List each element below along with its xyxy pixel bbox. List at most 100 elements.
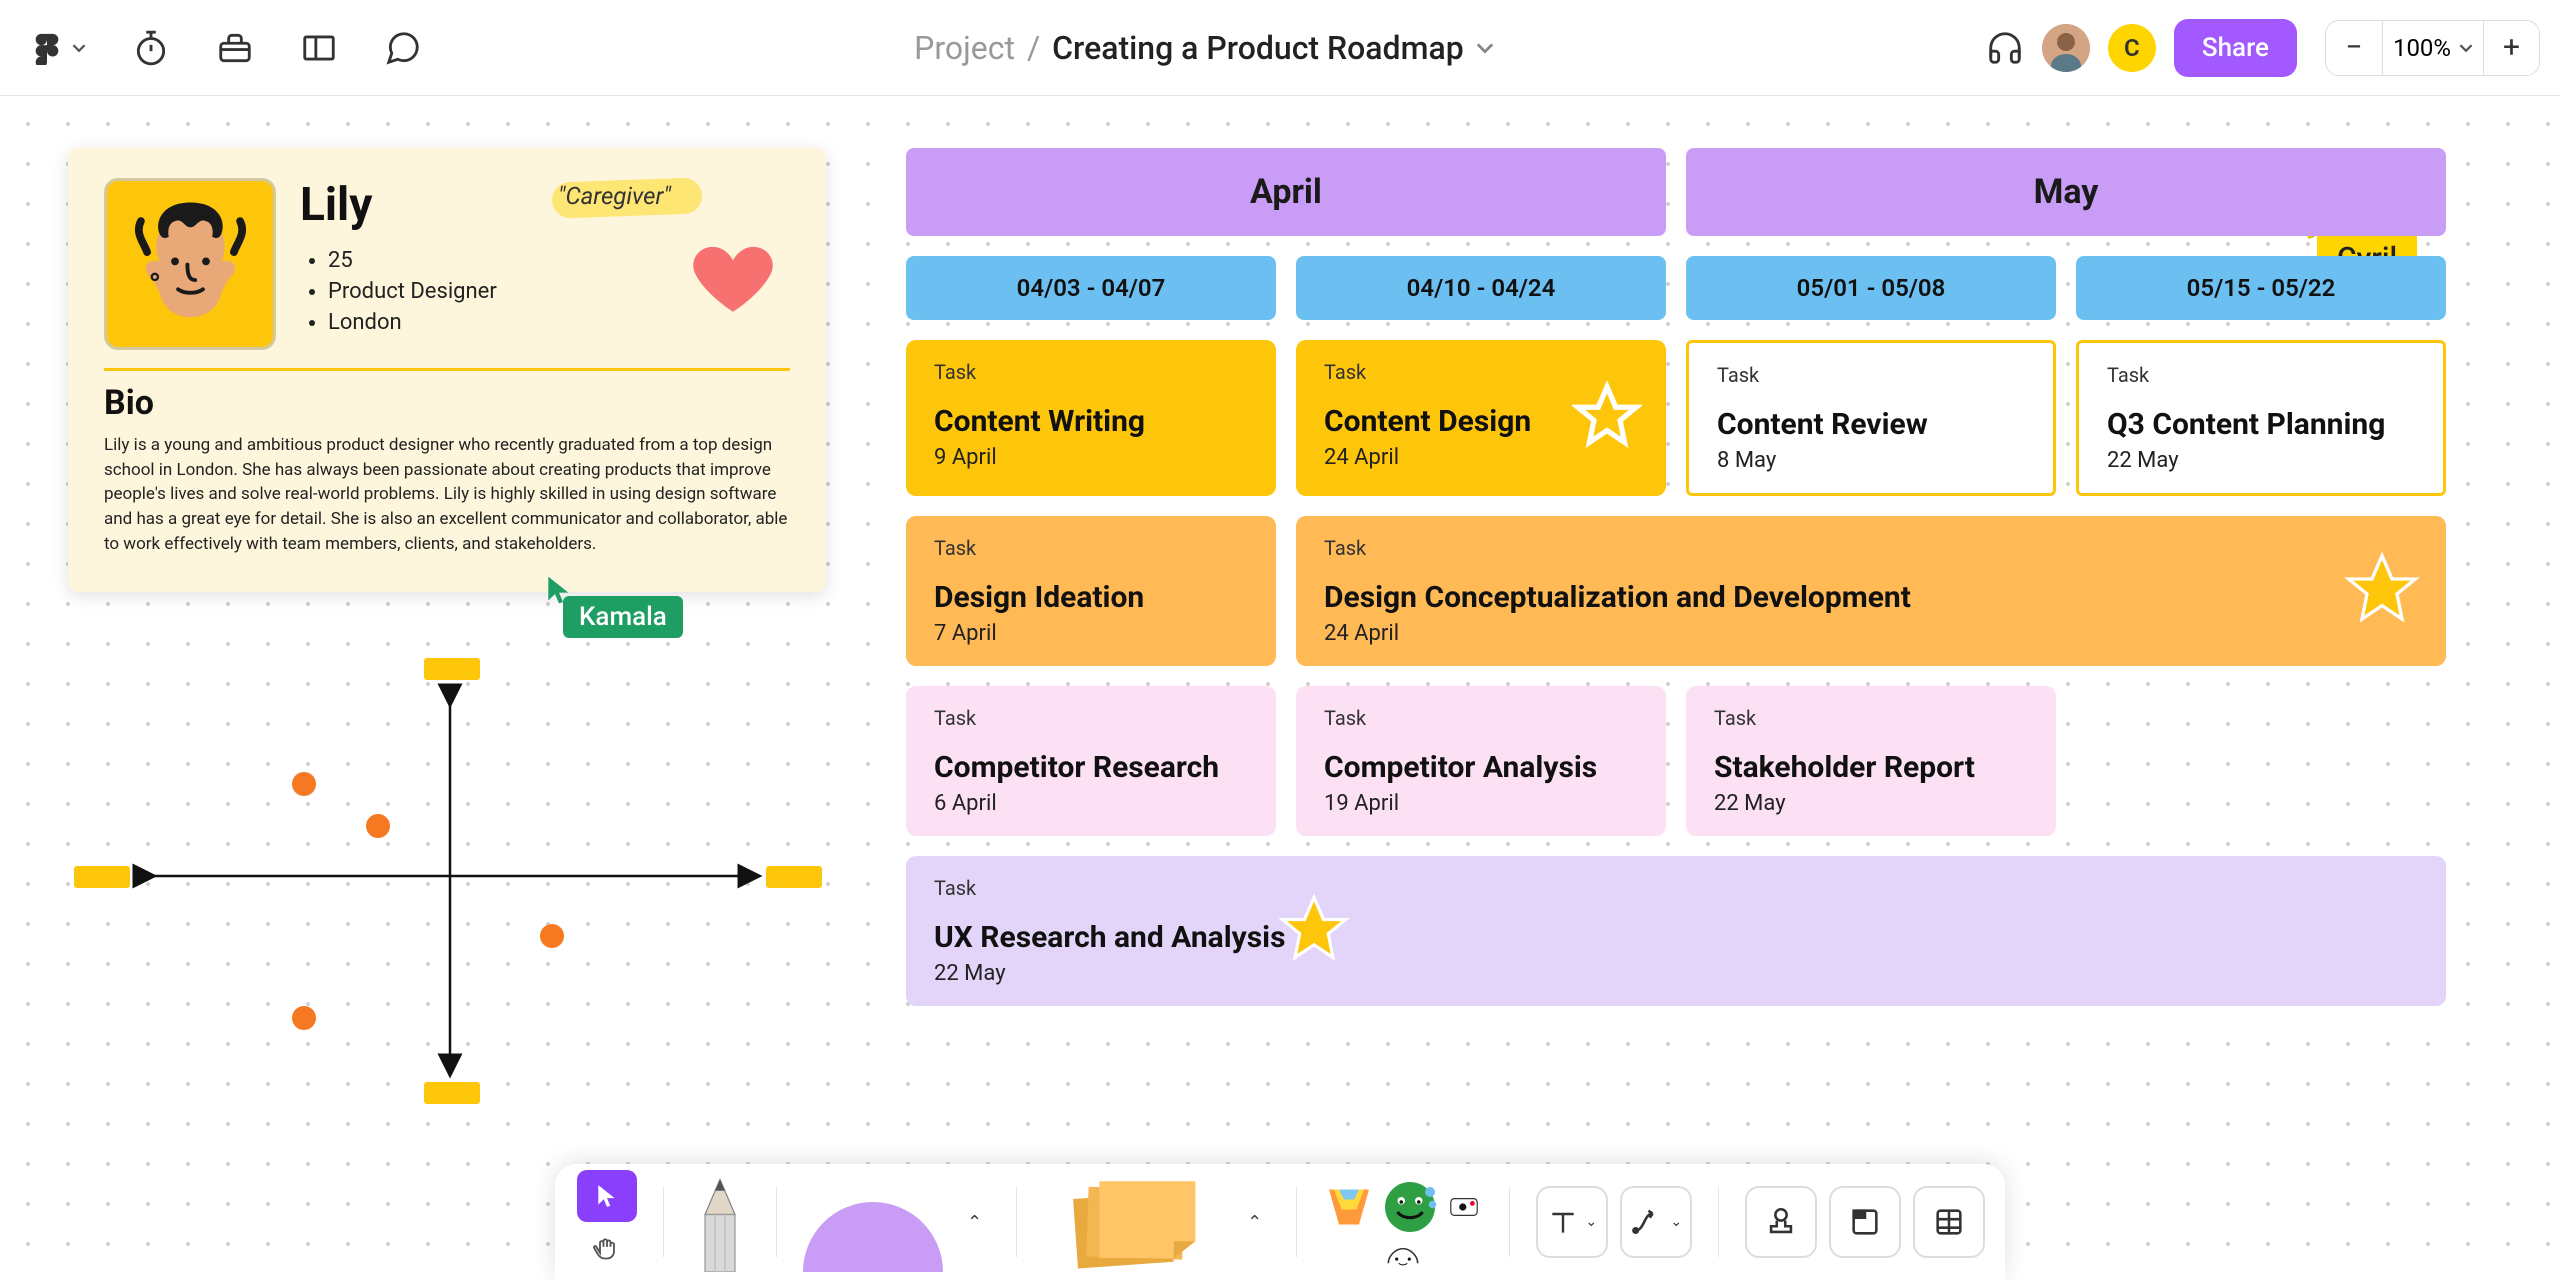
avatar[interactable] [2042,24,2090,72]
axis-label [74,866,130,888]
task-title: Competitor Analysis [1324,750,1638,785]
task-date: 9 April [934,445,1248,470]
task-title: Design Conceptualization and Development [1324,580,2418,615]
task-card[interactable]: Task UX Research and Analysis 22 May [906,856,2446,1006]
headphones-icon[interactable] [1986,29,2024,67]
task-card[interactable]: Task Competitor Research 6 April [906,686,1276,836]
zoom-in-button[interactable]: + [2483,21,2539,75]
chevron-down-icon [2459,41,2473,55]
task-card[interactable]: Task Content Review 8 May [1686,340,2056,496]
bio-text: Lily is a young and ambitious product de… [104,433,790,556]
task-date: 24 April [1324,621,2418,646]
separator [1016,1187,1017,1257]
toolbar-right: C Share − 100% + [1986,19,2540,77]
remote-cursor-kamala: Kamala [563,596,683,638]
timer-icon[interactable] [132,29,170,67]
month-header: April [906,148,1666,236]
separator [776,1187,777,1257]
week-header: 04/03 - 04/07 [906,256,1276,320]
chevron-down-icon[interactable] [1476,39,1494,57]
pencil-tool[interactable] [690,1172,750,1272]
task-date: 19 April [1324,791,1638,816]
chevron-up-icon[interactable]: ⌃ [1239,1212,1270,1233]
task-label: Task [934,706,1248,730]
zoom-value[interactable]: 100% [2382,21,2483,75]
star-icon [2342,549,2422,633]
persona-tag: "Caregiver" [558,182,671,210]
breadcrumb[interactable]: Project / Creating a Product Roadmap [422,29,1986,67]
cursor-label: Kamala [563,596,683,638]
sticker-tool[interactable] [1323,1177,1483,1267]
toolbar-left [30,29,422,67]
task-title: Design Ideation [934,580,1248,615]
data-point[interactable] [292,1006,316,1030]
data-point[interactable] [292,772,316,796]
bottom-toolbar: ⌃ ⌃ ⌄ ⌄ [555,1164,2005,1280]
toolbox-icon[interactable] [216,29,254,67]
table-tool[interactable] [1913,1186,1985,1258]
axis-label [766,866,822,888]
connector-tool[interactable]: ⌄ [1620,1186,1692,1258]
top-toolbar: Project / Creating a Product Roadmap C S… [0,0,2560,96]
task-card[interactable]: Task Content Writing 9 April [906,340,1276,496]
comment-icon[interactable] [384,29,422,67]
chevron-up-icon[interactable]: ⌃ [959,1212,990,1233]
task-label: Task [1717,363,2025,387]
zoom-out-button[interactable]: − [2326,20,2382,76]
task-date: 7 April [934,621,1248,646]
canvas[interactable]: Lily 25 Product Designer London "Caregiv… [0,96,2560,1280]
task-card[interactable]: Task Competitor Analysis 19 April [1296,686,1666,836]
task-label: Task [1324,706,1638,730]
task-title: Content Review [1717,407,2025,442]
task-date: 22 May [2107,448,2415,473]
sticky-note-tool[interactable] [1043,1172,1223,1272]
data-point[interactable] [540,924,564,948]
task-label: Task [1324,536,2418,560]
task-label: Task [934,360,1248,384]
share-button[interactable]: Share [2174,19,2297,77]
roadmap[interactable]: April May 04/03 - 04/07 04/10 - 04/24 05… [906,148,2466,1026]
separator [663,1187,664,1257]
task-title: Stakeholder Report [1714,750,2028,785]
divider [104,368,790,371]
task-label: Task [934,536,1248,560]
month-header: May [1686,148,2446,236]
task-label: Task [2107,363,2415,387]
select-tool[interactable] [577,1170,637,1222]
task-label: Task [934,876,2418,900]
task-card[interactable]: Task Q3 Content Planning 22 May [2076,340,2446,496]
heart-icon [692,240,774,326]
pointer-tool-group [577,1170,637,1274]
task-title: Content Writing [934,404,1248,439]
task-title: UX Research and Analysis [934,920,2418,955]
axis-label [424,1082,480,1104]
persona-photo [104,178,276,350]
star-icon [1572,381,1642,455]
task-card[interactable]: Task Design Conceptualization and Develo… [1296,516,2446,666]
task-title: Q3 Content Planning [2107,407,2415,442]
task-card[interactable]: Task Design Ideation 7 April [906,516,1276,666]
text-tool[interactable]: ⌄ [1536,1186,1608,1258]
zoom-control: − 100% + [2325,20,2540,76]
separator [1296,1187,1297,1257]
persona-card[interactable]: Lily 25 Product Designer London "Caregiv… [68,148,826,592]
axis-diagram[interactable] [70,646,820,1106]
breadcrumb-sep: / [1027,29,1040,67]
data-point[interactable] [366,814,390,838]
task-card[interactable]: Task Content Design 24 April [1296,340,1666,496]
breadcrumb-parent[interactable]: Project [914,29,1015,67]
separator [1509,1187,1510,1257]
week-header: 04/10 - 04/24 [1296,256,1666,320]
task-date: 6 April [934,791,1248,816]
stamp-tool[interactable] [1745,1186,1817,1258]
section-tool[interactable] [1829,1186,1901,1258]
user-badge[interactable]: C [2108,24,2156,72]
task-card[interactable]: Task Stakeholder Report 22 May [1686,686,2056,836]
shape-tool[interactable] [803,1172,943,1272]
task-date: 22 May [1714,791,2028,816]
hand-tool[interactable] [577,1222,637,1274]
task-date: 8 May [1717,448,2025,473]
figma-menu-icon[interactable] [30,31,86,65]
panel-icon[interactable] [300,29,338,67]
breadcrumb-current[interactable]: Creating a Product Roadmap [1052,29,1464,67]
